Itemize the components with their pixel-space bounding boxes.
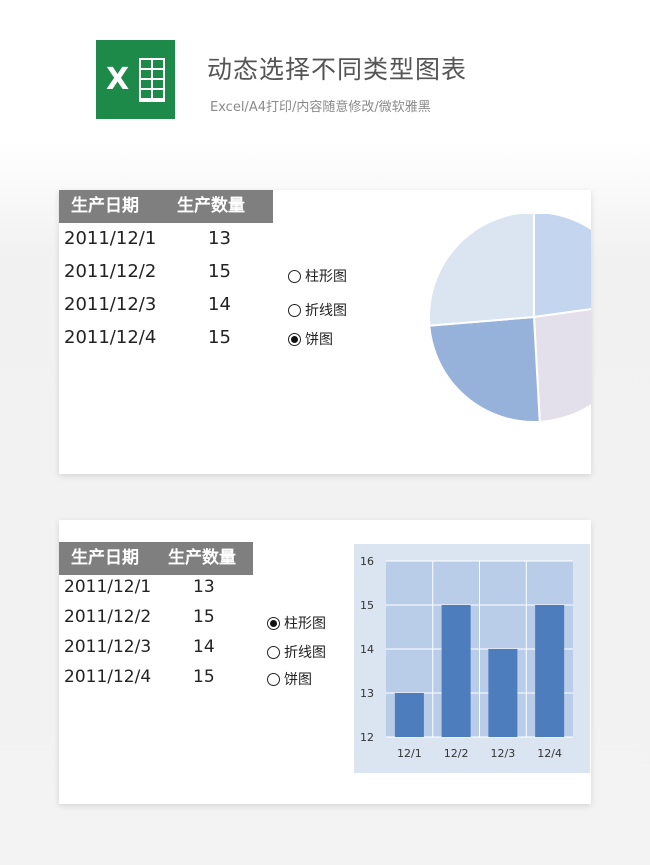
excel-logo-icon: X — [96, 40, 175, 119]
bar — [535, 605, 565, 737]
spreadsheet-grid-icon — [139, 58, 165, 102]
bar — [394, 693, 424, 737]
pie-chart-panel: 生产日期 生产数量 2011/12/1 13 2011/12/2 15 2011… — [59, 190, 591, 474]
y-tick-label: 12 — [360, 731, 374, 744]
cell-date: 2011/12/3 — [64, 294, 157, 315]
x-tick-label: 12/4 — [537, 747, 562, 760]
header-date: 生产日期 — [71, 548, 139, 568]
cell-qty: 15 — [193, 607, 215, 627]
pie-chart — [428, 214, 591, 423]
radio-bar-chart[interactable]: 柱形图 — [267, 613, 326, 633]
cell-date: 2011/12/3 — [64, 637, 152, 657]
radio-circle-icon[interactable] — [288, 269, 301, 283]
cell-qty: 13 — [193, 577, 215, 597]
bar-chart-panel: 生产日期 生产数量 2011/12/1 13 2011/12/2 15 2011… — [59, 520, 591, 804]
y-tick-label: 13 — [360, 687, 374, 700]
radio-line-chart[interactable]: 折线图 — [288, 300, 347, 320]
radio-bar-chart[interactable]: 柱形图 — [288, 266, 347, 286]
cell-date: 2011/12/1 — [64, 577, 152, 597]
cell-date: 2011/12/4 — [64, 667, 152, 687]
radio-label: 柱形图 — [284, 616, 326, 632]
cell-date: 2011/12/2 — [64, 607, 152, 627]
pie-slice — [533, 214, 591, 319]
cell-qty: 15 — [193, 667, 215, 687]
table-header: 生产日期 生产数量 — [59, 190, 273, 223]
y-tick-label: 14 — [360, 643, 374, 656]
page-subtitle: Excel/A4打印/内容随意修改/微软雅黑 — [210, 100, 431, 115]
x-tick-label: 12/2 — [444, 747, 469, 760]
radio-circle-icon[interactable] — [288, 332, 301, 346]
pie-slice — [428, 214, 535, 327]
radio-line-chart[interactable]: 折线图 — [267, 642, 326, 662]
radio-label: 饼图 — [305, 332, 333, 348]
pie-slice — [428, 315, 541, 423]
page-title: 动态选择不同类型图表 — [207, 55, 468, 84]
bar — [441, 605, 471, 737]
radio-circle-icon[interactable] — [288, 303, 301, 317]
cell-qty: 15 — [208, 261, 231, 282]
x-tick-label: 12/1 — [397, 747, 422, 760]
header-quantity: 生产数量 — [177, 196, 245, 216]
cell-date: 2011/12/1 — [64, 228, 157, 249]
cell-qty: 15 — [208, 327, 231, 348]
radio-pie-chart[interactable]: 饼图 — [288, 329, 333, 349]
cell-date: 2011/12/2 — [64, 261, 157, 282]
y-tick-label: 16 — [360, 555, 374, 568]
radio-label: 折线图 — [305, 303, 347, 319]
radio-label: 饼图 — [284, 672, 312, 688]
cell-qty: 13 — [208, 228, 231, 249]
pie-slice — [532, 308, 591, 423]
table-header: 生产日期 生产数量 — [59, 542, 253, 575]
header-quantity: 生产数量 — [168, 548, 236, 568]
radio-circle-icon[interactable] — [267, 616, 280, 630]
chart-area: 12 13 14 15 16 12/1 12/2 12/3 12/4 — [354, 544, 590, 773]
radio-label: 折线图 — [284, 645, 326, 661]
header-date: 生产日期 — [71, 196, 139, 216]
logo-letter: X — [106, 62, 130, 97]
cell-qty: 14 — [193, 637, 215, 657]
bar — [488, 649, 518, 737]
bar-chart: 12 13 14 15 16 12/1 12/2 12/3 12/4 — [360, 555, 573, 760]
radio-circle-icon[interactable] — [267, 672, 280, 686]
radio-label: 柱形图 — [305, 269, 347, 285]
radio-circle-icon[interactable] — [267, 645, 280, 659]
cell-qty: 14 — [208, 294, 231, 315]
radio-pie-chart[interactable]: 饼图 — [267, 669, 312, 689]
y-tick-label: 15 — [360, 599, 374, 612]
cell-date: 2011/12/4 — [64, 327, 157, 348]
x-tick-label: 12/3 — [491, 747, 516, 760]
